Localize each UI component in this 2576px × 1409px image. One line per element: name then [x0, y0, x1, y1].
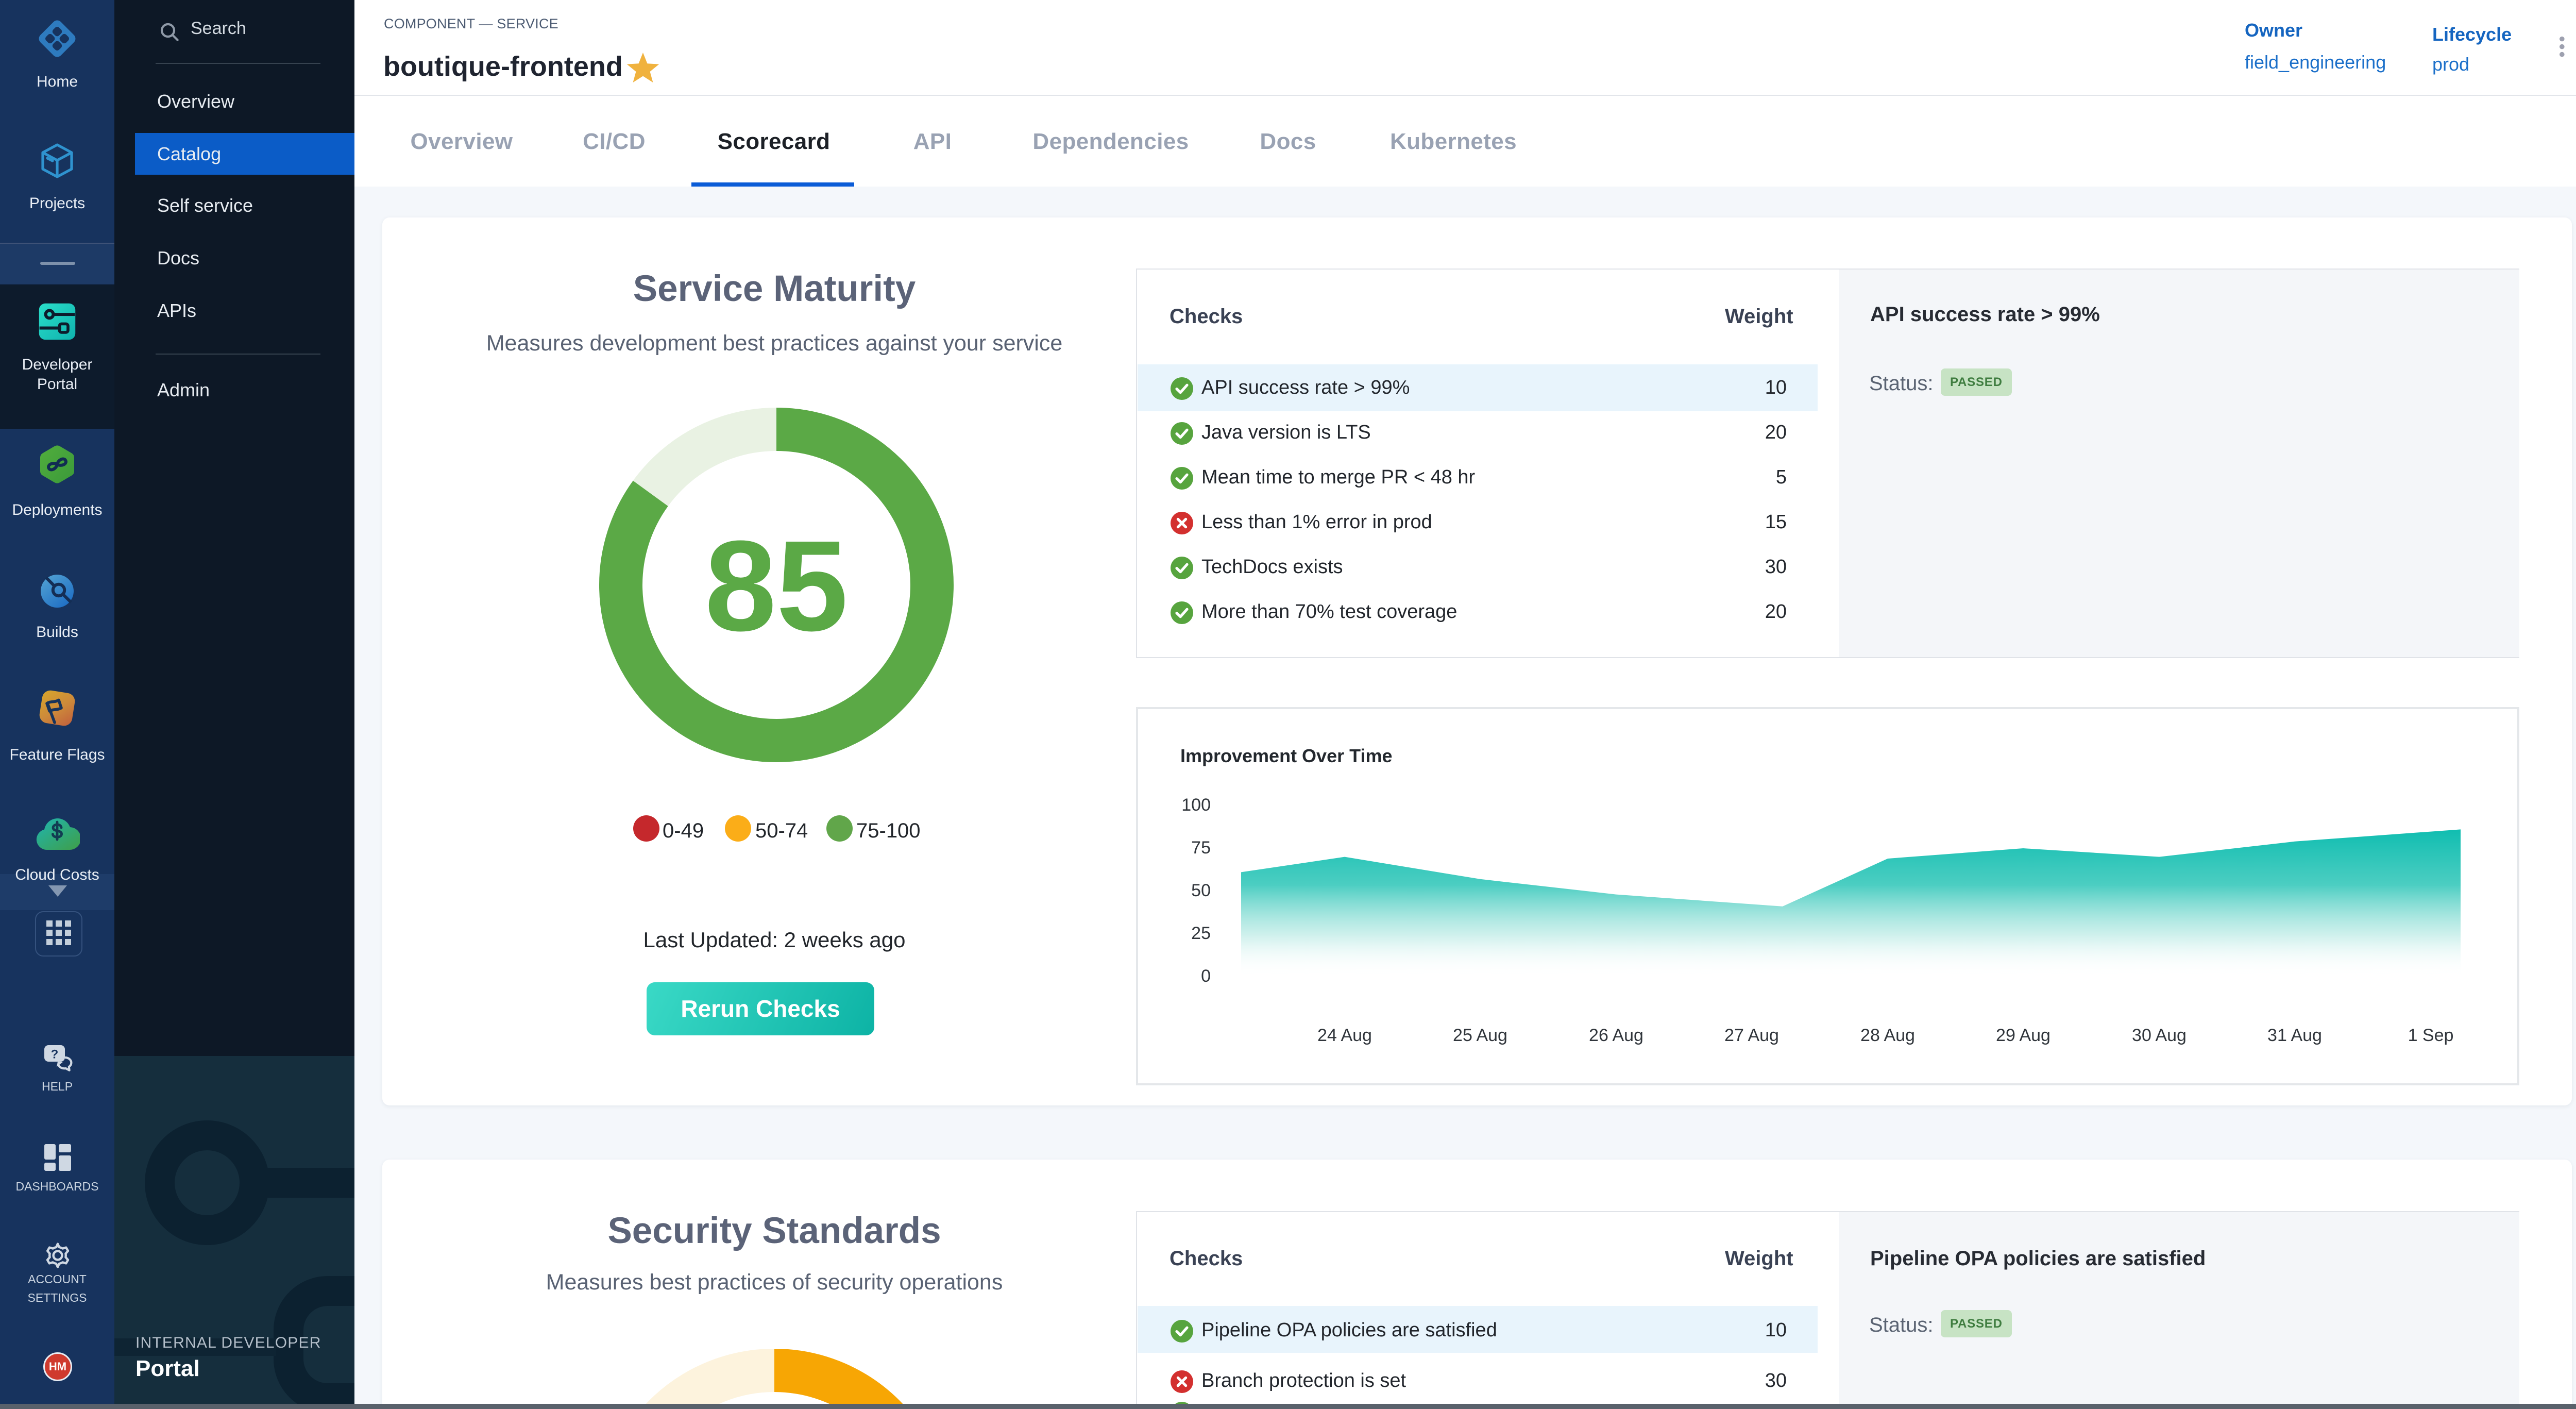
svg-text:85: 85: [705, 514, 848, 658]
svg-text:?: ?: [51, 1048, 59, 1062]
